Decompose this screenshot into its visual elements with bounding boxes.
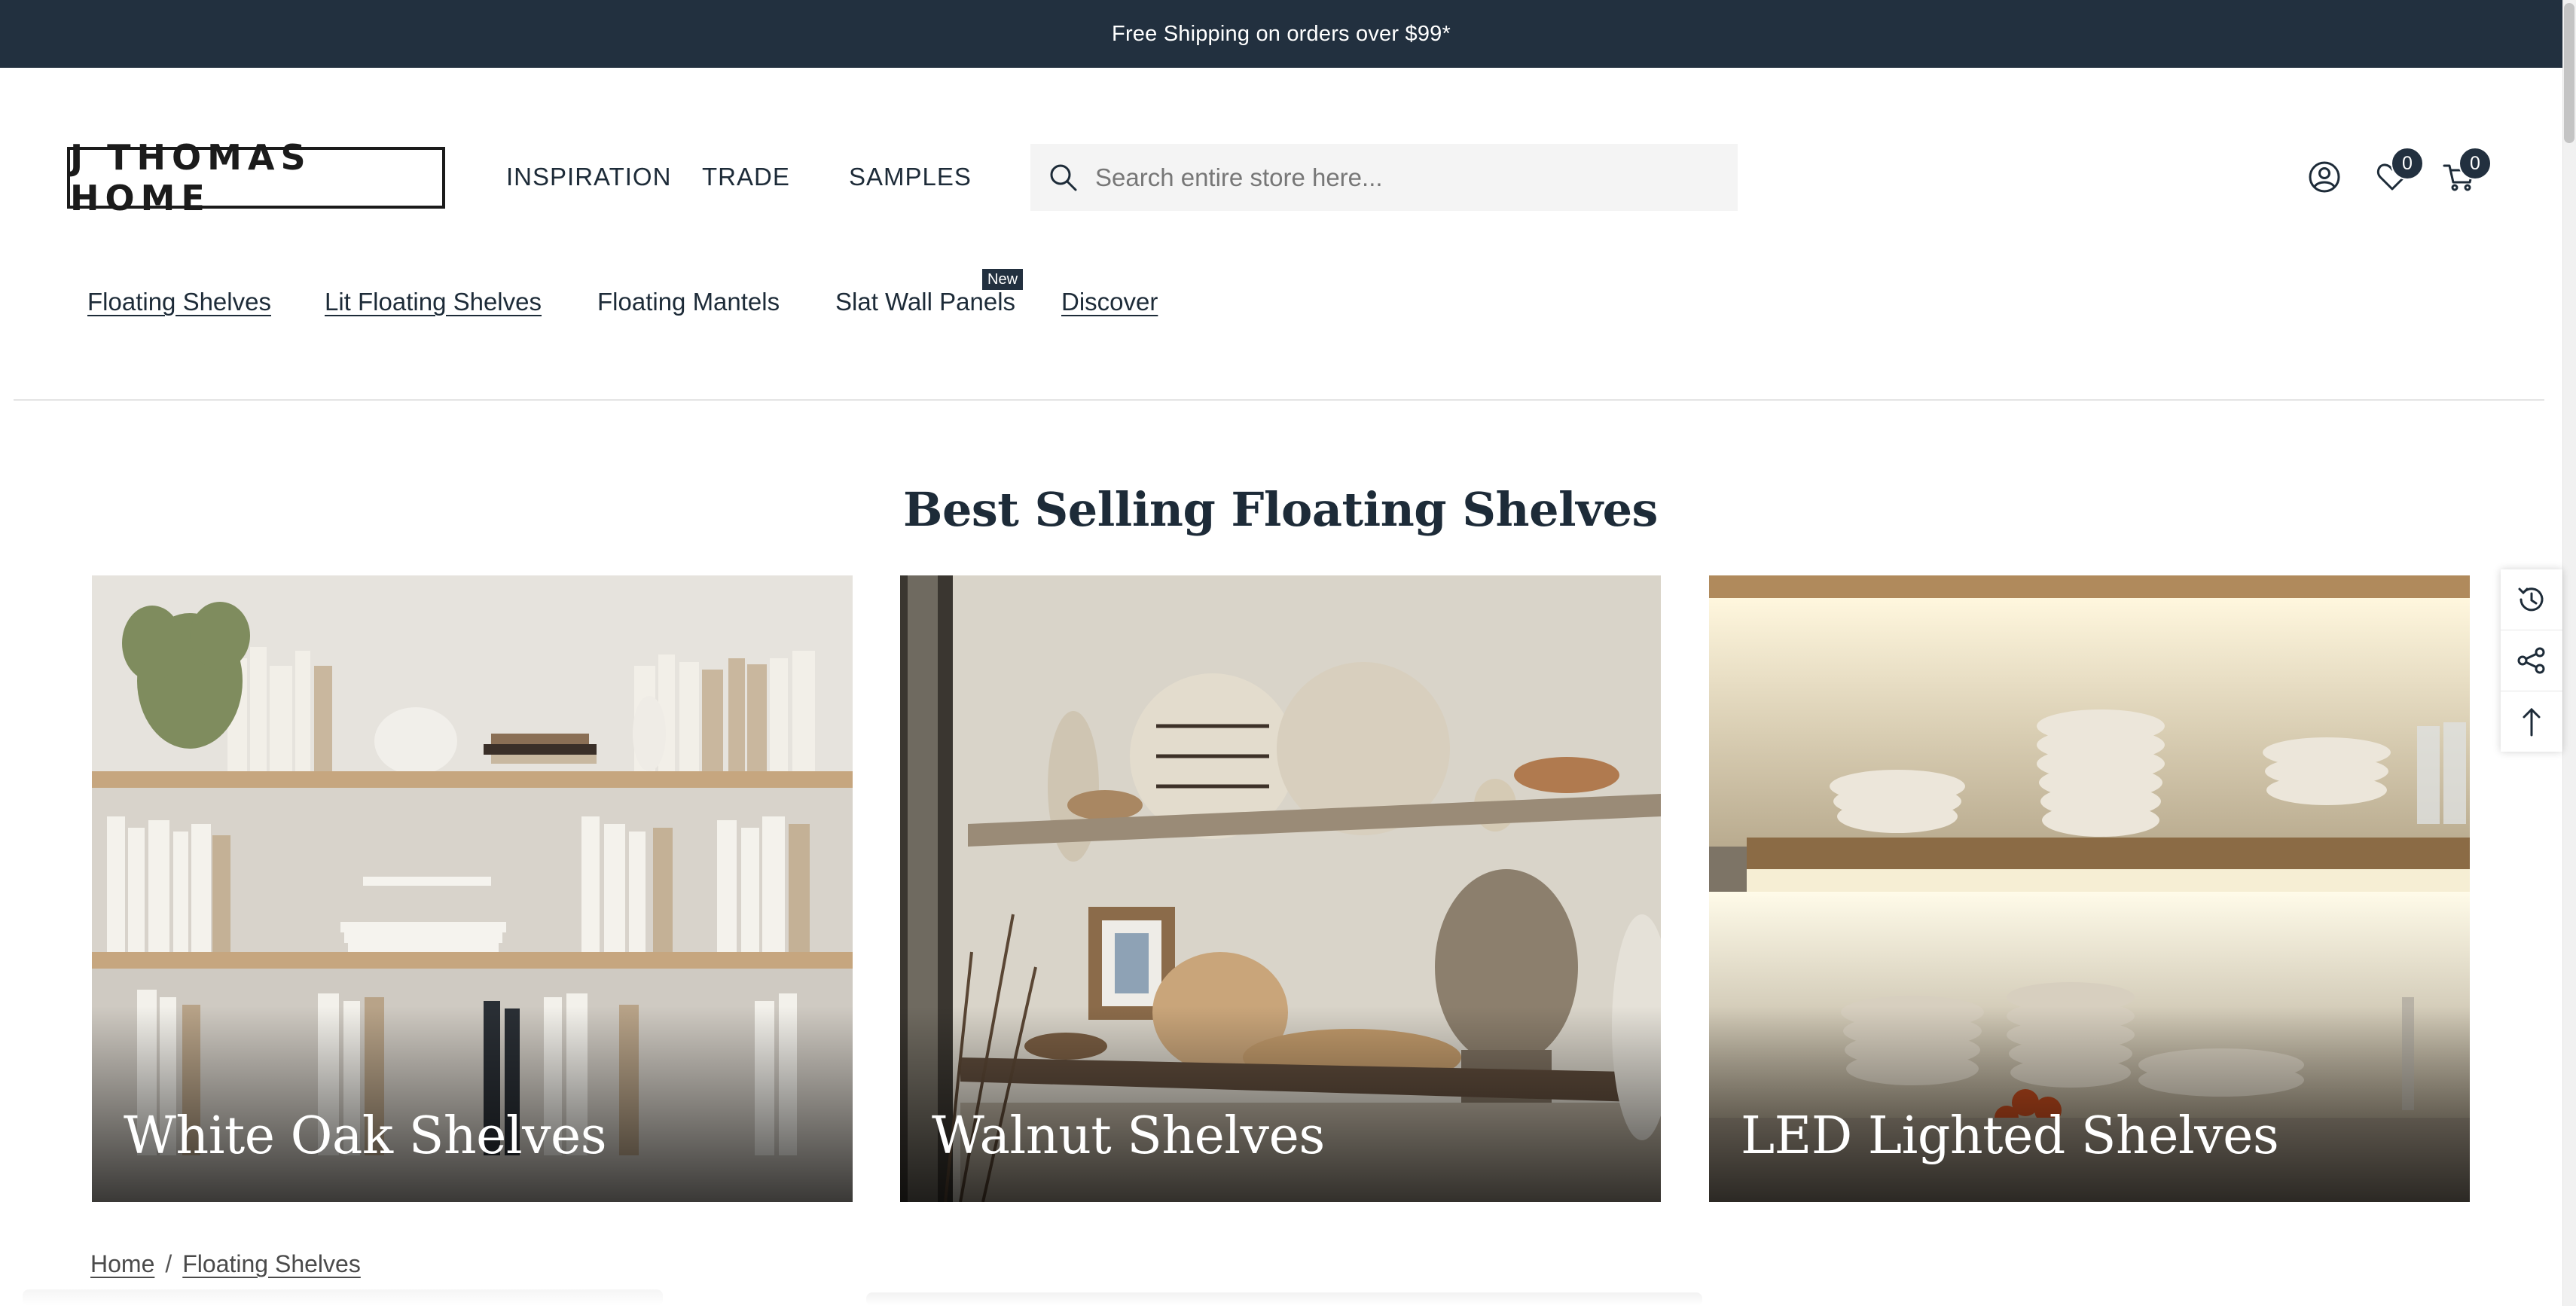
card-label: White Oak Shelves <box>124 1106 607 1166</box>
site-logo[interactable]: J THOMAS HOME <box>67 137 445 218</box>
card-overlay <box>92 1006 853 1202</box>
filter-panel-edge <box>23 1289 663 1306</box>
card-walnut-shelves[interactable]: Walnut Shelves <box>900 575 1661 1202</box>
content-panel-edge <box>866 1292 1702 1306</box>
breadcrumb-home[interactable]: Home <box>90 1250 154 1278</box>
logo-text: J THOMAS HOME <box>70 137 312 218</box>
nav-samples[interactable]: SAMPLES <box>849 158 972 196</box>
arrow-up-icon <box>2523 707 2541 737</box>
search-bar[interactable] <box>1030 144 1738 211</box>
card-led-lighted-shelves[interactable]: LED Lighted Shelves <box>1709 575 2470 1202</box>
nav-inspiration[interactable]: INSPIRATION <box>506 158 671 196</box>
category-slat-wall-panels[interactable]: Slat Wall Panels <box>835 288 1015 316</box>
account-button[interactable] <box>2306 158 2343 196</box>
scrollbar-thumb[interactable] <box>2564 3 2574 143</box>
card-overlay <box>1709 1006 2470 1202</box>
card-label: Walnut Shelves <box>932 1106 1325 1166</box>
side-tools <box>2501 569 2562 752</box>
breadcrumb: Home / Floating Shelves <box>90 1250 361 1278</box>
announcement-bar: Free Shipping on orders over $99* <box>0 0 2562 68</box>
search-input[interactable] <box>1095 163 1713 192</box>
breadcrumb-separator: / <box>165 1250 172 1277</box>
new-badge: New <box>982 269 1024 290</box>
card-white-oak-shelves[interactable]: White Oak Shelves <box>92 575 853 1202</box>
share-icon <box>2517 647 2545 674</box>
user-circle-icon <box>2309 161 2340 193</box>
cart-count-badge: 0 <box>2458 147 2492 180</box>
wishlist-count-badge: 0 <box>2391 147 2424 180</box>
category-lit-floating-shelves[interactable]: Lit Floating Shelves <box>325 288 542 316</box>
breadcrumb-floating-shelves[interactable]: Floating Shelves <box>182 1250 361 1278</box>
history-icon <box>2518 587 2544 612</box>
category-floating-mantels[interactable]: Floating Mantels <box>597 288 780 316</box>
nav-trade[interactable]: TRADE <box>702 158 790 196</box>
card-overlay <box>900 1006 1661 1202</box>
card-label: LED Lighted Shelves <box>1741 1106 2279 1166</box>
back-to-top-button[interactable] <box>2501 691 2562 752</box>
category-discover[interactable]: Discover <box>1061 288 1158 316</box>
page-scrollbar[interactable] <box>2562 0 2576 1306</box>
search-icon[interactable] <box>1047 161 1080 194</box>
header-divider <box>14 399 2544 401</box>
section-title: Best Selling Floating Shelves <box>903 482 1658 537</box>
category-floating-shelves[interactable]: Floating Shelves <box>87 288 271 316</box>
recently-viewed-button[interactable] <box>2501 569 2562 630</box>
announcement-text: Free Shipping on orders over $99* <box>1112 21 1451 46</box>
share-button[interactable] <box>2501 630 2562 691</box>
